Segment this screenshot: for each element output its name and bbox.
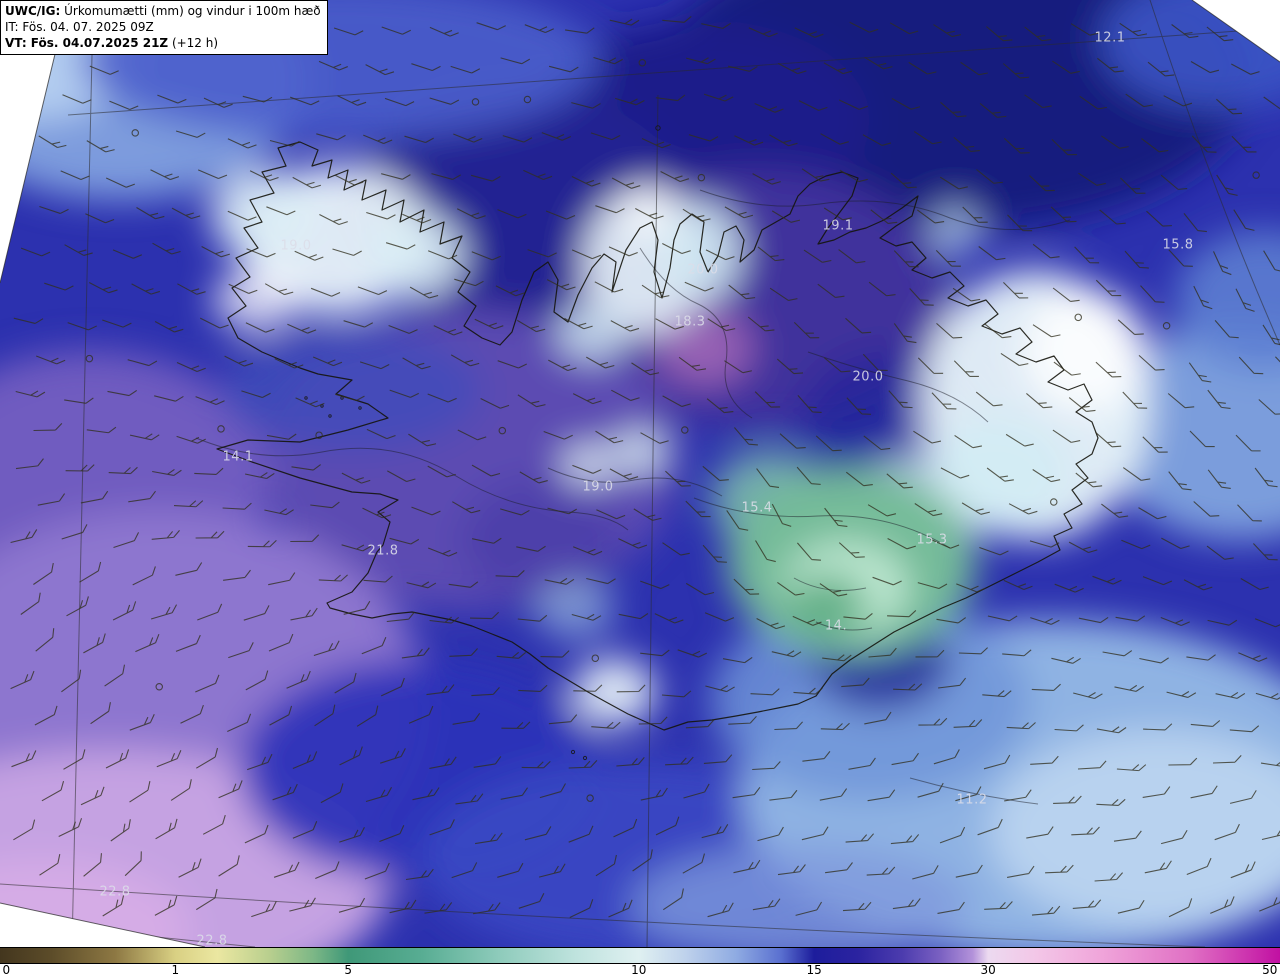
precipitation-blob — [535, 580, 615, 640]
colorbar-tick-label: 10 — [631, 963, 647, 977]
precipitation-blob — [562, 445, 614, 485]
precipitation-blob — [612, 430, 668, 474]
precipitation-blob — [618, 184, 678, 236]
colorbar-tick-label: 30 — [980, 963, 996, 977]
precipitation-blob — [213, 268, 297, 332]
colorbar: 0 1 5 10 15 30 50 — [0, 947, 1280, 978]
weather-map-viewport: 12.1 19.0 19.1 15.8 20.0 18.3 20.0 14.1 19.0 15.4… — [0, 0, 1280, 978]
precipitation-blob — [460, 480, 620, 600]
valid-time: VT: Fös. 04.07.2025 21Z — [5, 36, 169, 50]
precipitation-blob — [556, 304, 628, 360]
colorbar-tick-label: 0 — [2, 963, 11, 977]
map-title-box: UWC/IG: Úrkomumætti (mm) og vindur i 100… — [0, 0, 328, 55]
colorbar-scale: 0 1 5 10 15 30 50 — [0, 964, 1280, 978]
precipitation-blob — [1023, 288, 1147, 412]
colorbar-gradient — [0, 947, 1280, 964]
weather-map: 12.1 19.0 19.1 15.8 20.0 18.3 20.0 14.1 19.0 15.4… — [0, 0, 1280, 949]
colorbar-tick-label: 5 — [344, 963, 352, 977]
valid-time-line: VT: Fös. 04.07.2025 21Z (+12 h) — [5, 35, 321, 51]
colorbar-tick-label: 15 — [806, 963, 822, 977]
weather-map-canvas — [0, 0, 1280, 947]
precipitation-blob — [788, 574, 868, 634]
valid-time-offset: (+12 h) — [168, 36, 219, 50]
precipitation-blob — [220, 330, 480, 450]
product-name: UWC/IG: — [5, 4, 61, 18]
map-title: Úrkomumætti (mm) og vindur i 100m hæð — [60, 4, 321, 18]
colorbar-tick-label: 50 — [1262, 963, 1278, 977]
precipitation-blob — [929, 204, 981, 256]
init-time: IT: Fös. 04. 07. 2025 09Z — [5, 20, 154, 34]
precipitation-blob — [365, 213, 465, 297]
map-title-line: UWC/IG: Úrkomumætti (mm) og vindur i 100… — [5, 3, 321, 19]
precipitation-blob — [572, 658, 656, 726]
colorbar-tick-label: 1 — [171, 963, 180, 977]
precipitation-field-layer — [0, 0, 1280, 947]
